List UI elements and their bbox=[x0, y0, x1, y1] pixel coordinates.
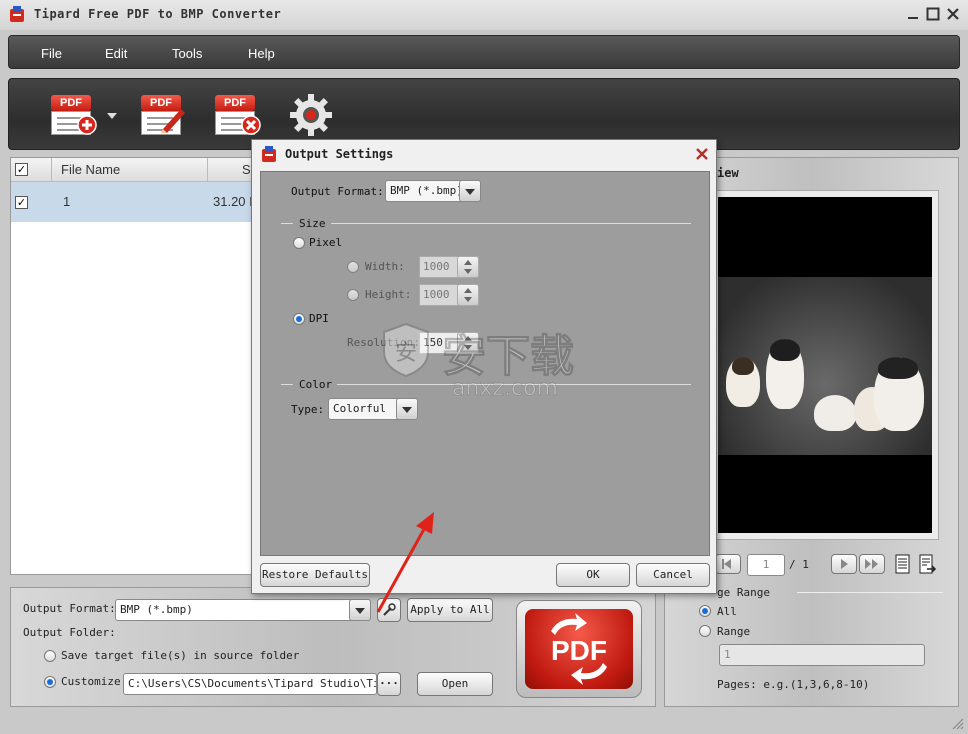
ok-button[interactable]: OK bbox=[556, 563, 630, 587]
last-page-button[interactable] bbox=[859, 554, 885, 574]
output-format-value: BMP (*.bmp) bbox=[120, 603, 193, 616]
customize-path-value: C:\Users\CS\Documents\Tipard Studio\Tipa… bbox=[128, 677, 377, 690]
remove-pdf-icon[interactable]: PDF bbox=[215, 95, 261, 135]
height-spinner-icon[interactable] bbox=[457, 284, 479, 306]
convert-label: PDF bbox=[551, 635, 607, 666]
menu-help[interactable]: Help bbox=[248, 46, 275, 61]
dialog-close-icon[interactable] bbox=[694, 146, 710, 162]
output-folder-label: Output Folder: bbox=[23, 626, 116, 639]
row-file-name: 1 bbox=[63, 194, 71, 209]
customize-path-input[interactable]: C:\Users\CS\Documents\Tipard Studio\Tipa… bbox=[123, 673, 377, 695]
width-radio[interactable] bbox=[347, 261, 359, 273]
customize-radio[interactable] bbox=[44, 676, 56, 688]
watermark: 安 安下载 anxz.com bbox=[380, 320, 590, 410]
range-all-radio[interactable] bbox=[699, 605, 711, 617]
convert-pdf-icon: PDF bbox=[525, 609, 633, 689]
add-dropdown-icon[interactable] bbox=[107, 111, 117, 119]
dialog-logo-icon bbox=[262, 146, 276, 162]
size-section-label: Size bbox=[299, 217, 326, 230]
pixel-label: Pixel bbox=[309, 236, 343, 249]
width-input[interactable]: 1000 bbox=[419, 256, 479, 278]
type-label: Type: bbox=[291, 403, 325, 416]
width-spinner-icon[interactable] bbox=[457, 256, 479, 278]
pages-hint: Pages: e.g.(1,3,6,8-10) bbox=[717, 678, 870, 691]
pdf-tag-label: PDF bbox=[51, 95, 91, 111]
watermark-subtext: anxz.com bbox=[452, 376, 558, 402]
save-in-source-label: Save target file(s) in source folder bbox=[61, 649, 300, 662]
menu-file[interactable]: File bbox=[41, 46, 62, 61]
color-section-label: Color bbox=[299, 378, 333, 391]
preview-title: iew bbox=[717, 166, 739, 180]
app-logo-icon bbox=[10, 6, 24, 22]
width-value: 1000 bbox=[423, 260, 450, 273]
dialog-output-format-select[interactable]: BMP (*.bmp) bbox=[385, 180, 481, 202]
annotation-arrow bbox=[376, 512, 434, 613]
pdf-tag-label: PDF bbox=[215, 95, 255, 111]
preview-image bbox=[718, 197, 932, 533]
add-pdf-icon[interactable]: PDF bbox=[51, 95, 97, 135]
next-page-button[interactable] bbox=[831, 554, 857, 574]
page-range-title: ge Range bbox=[717, 586, 770, 599]
select-all-checkbox[interactable]: ✓ bbox=[15, 163, 28, 176]
height-radio[interactable] bbox=[347, 289, 359, 301]
restore-defaults-button[interactable]: Restore Defaults bbox=[260, 563, 370, 587]
page-total: / 1 bbox=[789, 558, 809, 571]
maximize-icon[interactable] bbox=[926, 7, 940, 21]
resize-grip-icon[interactable] bbox=[950, 716, 964, 730]
range-input[interactable]: 1 bbox=[719, 644, 925, 666]
output-format-select[interactable]: BMP (*.bmp) bbox=[115, 599, 371, 621]
menu-edit[interactable]: Edit bbox=[105, 46, 127, 61]
dialog-output-format-label: Output Format: bbox=[291, 185, 384, 198]
edit-pdf-icon[interactable]: PDF bbox=[141, 95, 187, 135]
dpi-radio[interactable] bbox=[293, 313, 305, 325]
range-custom-radio[interactable] bbox=[699, 625, 711, 637]
height-value: 1000 bbox=[423, 288, 450, 301]
prev-page-button[interactable] bbox=[715, 554, 741, 574]
menu-bar: File Edit Tools Help bbox=[8, 35, 960, 69]
page-number-input[interactable]: 1 bbox=[747, 554, 785, 576]
browse-folder-button[interactable]: ··· bbox=[377, 672, 401, 696]
document-icon[interactable] bbox=[895, 554, 911, 574]
open-folder-button[interactable]: Open bbox=[417, 672, 493, 696]
save-in-source-radio[interactable] bbox=[44, 650, 56, 662]
puppies-photo bbox=[718, 277, 932, 455]
row-file-size: 31.20 I bbox=[213, 194, 253, 209]
column-file-name[interactable]: File Name bbox=[61, 162, 120, 177]
preview-frame bbox=[711, 190, 939, 540]
pixel-radio[interactable] bbox=[293, 237, 305, 249]
file-list-header: ✓ File Name S bbox=[11, 158, 255, 182]
title-bar: Tipard Free PDF to BMP Converter bbox=[0, 0, 968, 30]
column-size[interactable]: S bbox=[242, 162, 251, 177]
cancel-button[interactable]: Cancel bbox=[636, 563, 710, 587]
dialog-title: Output Settings bbox=[285, 147, 394, 161]
chevron-down-icon[interactable] bbox=[349, 599, 371, 621]
page-number-value: 1 bbox=[762, 558, 770, 571]
range-custom-label: Range bbox=[717, 625, 751, 638]
dpi-label: DPI bbox=[309, 312, 329, 325]
customize-label: Customize: bbox=[61, 675, 128, 688]
dialog-output-format-value: BMP (*.bmp) bbox=[390, 184, 463, 197]
row-checkbox[interactable]: ✓ bbox=[15, 196, 28, 209]
close-icon[interactable] bbox=[946, 7, 960, 21]
settings-gear-icon[interactable] bbox=[289, 93, 333, 137]
range-all-label: All bbox=[717, 605, 737, 618]
output-format-label: Output Format: bbox=[23, 602, 116, 615]
export-page-icon[interactable] bbox=[919, 554, 937, 574]
menu-tools[interactable]: Tools bbox=[172, 46, 202, 61]
height-input[interactable]: 1000 bbox=[419, 284, 479, 306]
convert-button[interactable]: PDF bbox=[516, 600, 642, 698]
minimize-icon[interactable] bbox=[906, 7, 920, 21]
height-label: Height: bbox=[365, 288, 412, 301]
svg-text:安: 安 bbox=[395, 341, 417, 366]
file-list: ✓ File Name S ✓ 1 31.20 I bbox=[10, 157, 255, 575]
chevron-down-icon[interactable] bbox=[459, 180, 481, 202]
color-type-value: Colorful bbox=[333, 402, 386, 415]
window-title: Tipard Free PDF to BMP Converter bbox=[34, 7, 282, 21]
width-label: Width: bbox=[365, 260, 405, 273]
watermark-text: 安下载 bbox=[442, 331, 575, 383]
table-row[interactable]: ✓ 1 31.20 I bbox=[11, 182, 255, 222]
range-input-value: 1 bbox=[724, 648, 731, 661]
